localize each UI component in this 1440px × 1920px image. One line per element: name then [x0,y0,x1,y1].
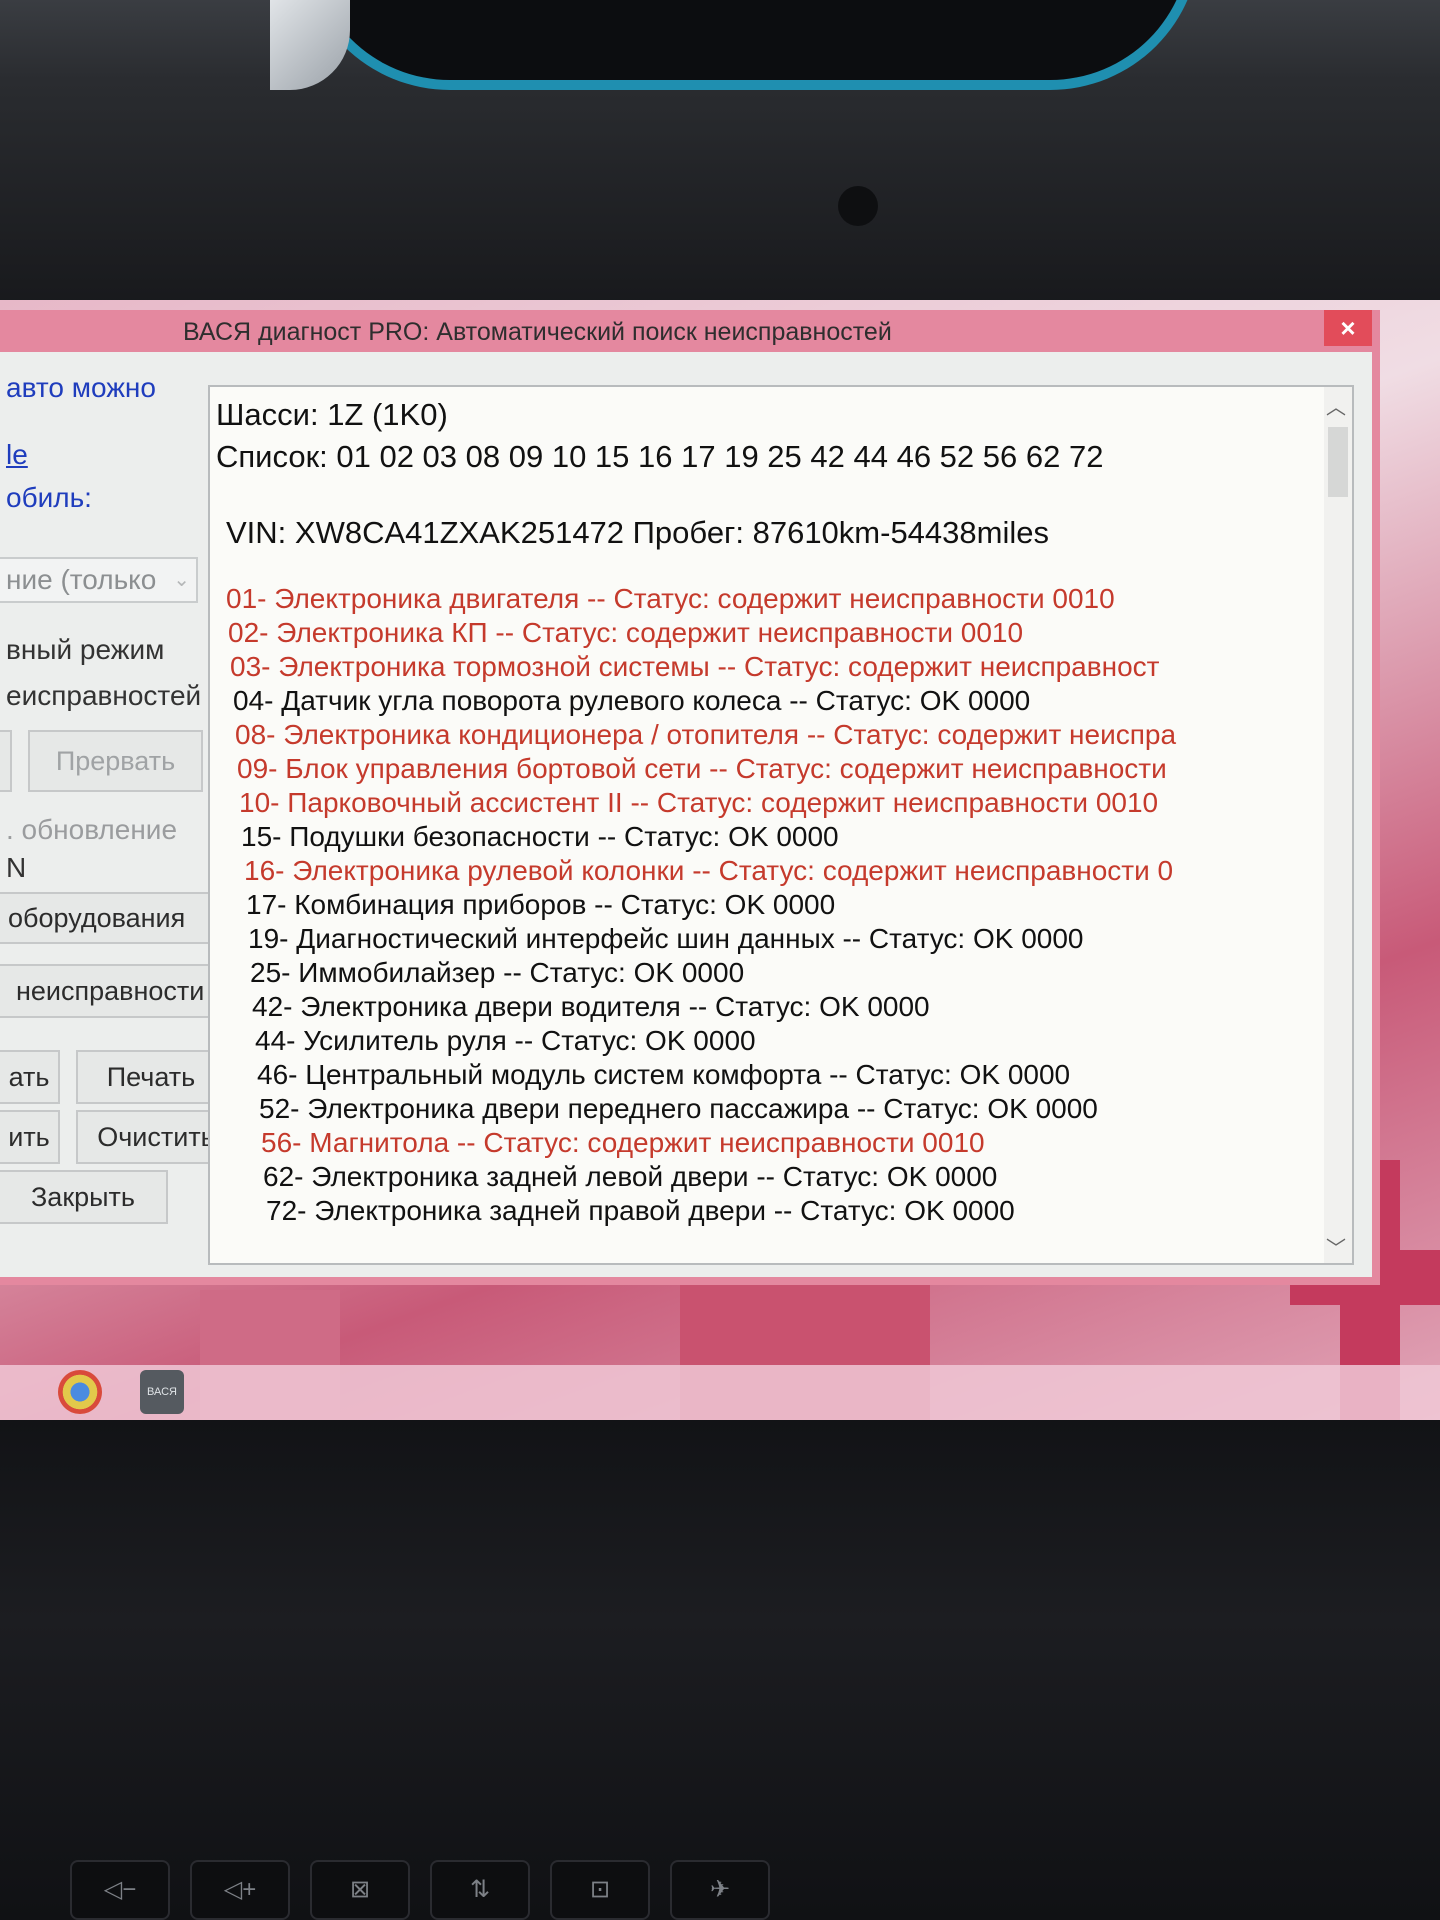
update-label: . обновление [6,814,178,845]
status-label: N [6,852,27,883]
print-button[interactable]: Печать [76,1050,226,1104]
module-line-ok: 62- Электроника задней левой двери -- Ст… [263,1161,998,1192]
module-line-ok: 17- Комбинация приборов -- Статус: OK 00… [246,889,836,920]
chrome-icon[interactable] [58,1370,102,1414]
module-line-ok: 44- Усилитель руля -- Статус: OK 0000 [255,1025,756,1056]
module-line-fault: 16- Электроника рулевой колонки -- Стату… [244,855,1174,886]
module-line-ok: 25- Иммобилайзер -- Статус: OK 0000 [250,957,745,988]
refresh-key[interactable]: ⇅ [430,1860,530,1920]
window-title: ВАСЯ диагност PRO: Автоматический поиск … [183,318,892,346]
info-text: авто можно [6,372,156,403]
module-line-fault: 56- Магнитола -- Статус: содержит неиспр… [261,1127,985,1158]
taskbar [0,1365,1440,1420]
results-textarea[interactable]: Шасси: 1Z (1K0) Список: 01 02 03 08 09 1… [208,385,1354,1265]
chevron-down-icon: ⌄ [173,569,190,591]
module-line-fault: 01- Электроника двигателя -- Статус: сод… [226,583,1115,614]
module-line-fault: 08- Электроника кондиционера / отопителя… [235,719,1177,750]
volume-up-key[interactable]: ◁+ [190,1860,290,1920]
mode-option-label: вный режим [6,634,165,665]
faults-button[interactable]: неисправности [0,964,223,1018]
save-button[interactable]: ать [0,1050,60,1104]
interrupt-button[interactable]: Прервать [28,730,203,792]
module-line-ok: 46- Центральный модуль систем комфорта -… [257,1059,1071,1090]
vasya-diagnostic-window: ВАСЯ диагност PRO: Автоматический поиск … [0,310,1380,1285]
left-control-panel: авто можно le обиль: ние (только ⌄ вный … [0,352,236,1277]
mode-select[interactable]: ние (только ⌄ [0,557,198,603]
equipment-button[interactable]: оборудования [0,892,218,944]
module-line-ok: 19- Диагностический интерфейс шин данных… [248,923,1084,954]
close-button[interactable]: Закрыть [0,1170,168,1224]
window-close-button[interactable]: × [1324,310,1372,346]
module-line-ok: 15- Подушки безопасности -- Статус: OK 0… [241,821,839,852]
airplane-mode-key[interactable]: ✈ [670,1860,770,1920]
module-line-ok: 52- Электроника двери переднего пассажир… [259,1093,1098,1124]
module-list-line: Список: 01 02 03 08 09 10 15 16 17 19 25… [216,439,1104,474]
module-line-fault: 10- Парковочный ассистент II -- Статус: … [239,787,1159,818]
module-line-fault: 09- Блок управления бортовой сети -- Ста… [237,753,1167,784]
chevron-up-icon[interactable]: ︿ [1326,391,1346,420]
module-line-ok: 72- Электроника задней правой двери -- С… [266,1195,1015,1226]
results-scrollbar[interactable]: ︿ ﹀ [1324,387,1352,1263]
volume-down-key[interactable]: ◁− [70,1860,170,1920]
chassis-line: Шасси: 1Z (1K0) [216,397,448,432]
module-line-ok: 42- Электроника двери водителя -- Статус… [252,991,930,1022]
module-line-fault: 03- Электроника тормозной системы -- Ста… [230,651,1160,682]
display-key[interactable]: ⊡ [550,1860,650,1920]
mic-mute-key[interactable]: ⊠ [310,1860,410,1920]
laptop-base [0,1420,1440,1920]
fault-search-label: еисправностей [6,680,202,711]
webcam [838,186,878,226]
module-line-ok: 04- Датчик угла поворота рулевого колеса… [233,685,1031,716]
keyboard-function-row: ◁− ◁+ ⊠ ⇅ ⊡ ✈ [0,1860,1440,1920]
help-link[interactable]: le [6,439,28,471]
car-label: обиль: [6,482,92,513]
chevron-down-icon[interactable]: ﹀ [1326,1232,1346,1261]
mode-select-value: ние (только [6,564,157,595]
clear-log-button[interactable]: ить [0,1110,60,1164]
vin-line: VIN: XW8CA41ZXAK251472 Пробег: 87610km-5… [226,515,1049,550]
start-button-cut[interactable] [0,730,12,792]
scrollbar-thumb[interactable] [1328,427,1348,497]
vasya-app-icon[interactable]: ВАСЯ [140,1370,184,1414]
window-titlebar[interactable]: ВАСЯ диагност PRO: Автоматический поиск … [0,310,1372,352]
car-dashboard-vent [300,0,1200,90]
module-line-fault: 02- Электроника КП -- Статус: содержит н… [228,617,1024,648]
